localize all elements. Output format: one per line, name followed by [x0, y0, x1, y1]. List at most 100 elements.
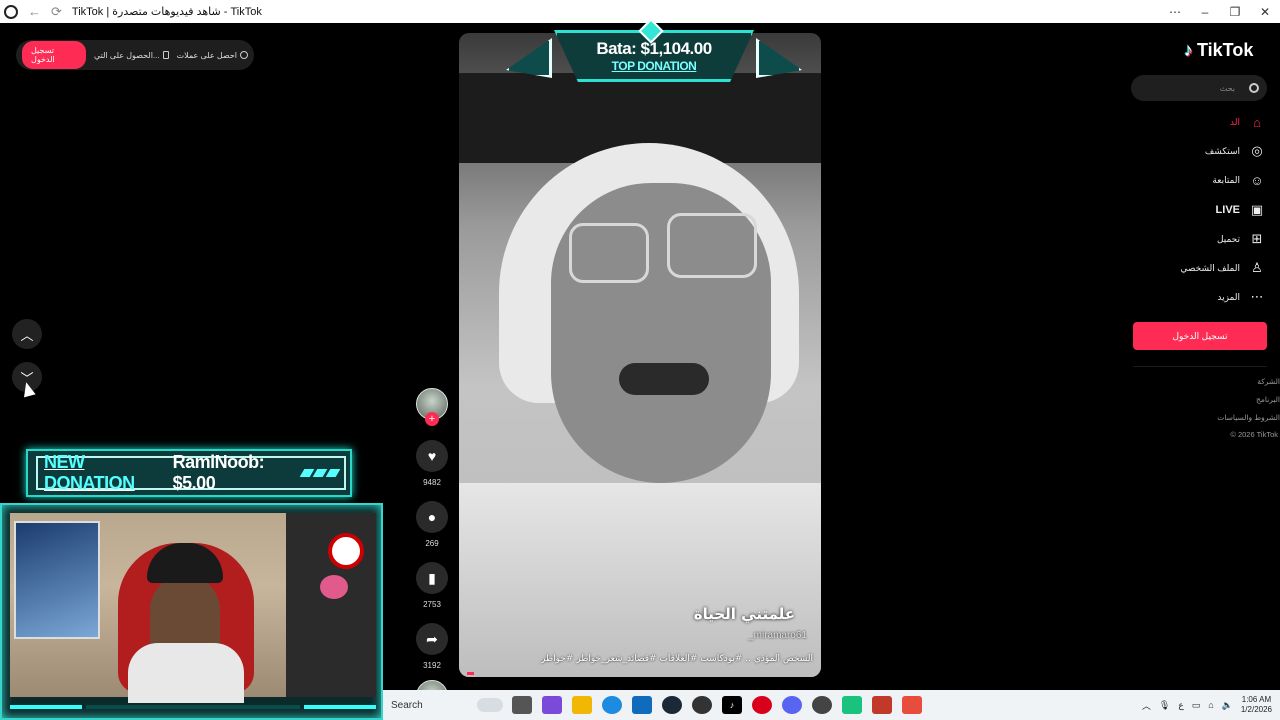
- previous-video-button[interactable]: ︿: [12, 319, 42, 349]
- footer-link-terms[interactable]: الشروط والسياسات: [1160, 413, 1280, 422]
- clock-date: 1/2/2026: [1240, 705, 1272, 714]
- sidebar-item-label: الد: [1230, 116, 1240, 127]
- wall-poster: [14, 521, 100, 639]
- get-app-label: الحصول على التي...: [93, 50, 160, 60]
- opera-icon[interactable]: [752, 696, 772, 714]
- donation-text: RamiNoob: $5.00: [172, 452, 265, 493]
- video-caption: علمتني الحياة: [693, 605, 795, 623]
- browser-titlebar: ← ⟳ TikTok | شاهد فيديوهات متصدرة - TikT…: [0, 0, 1280, 23]
- monitor-icon[interactable]: ▭: [1192, 700, 1201, 711]
- comment-icon[interactable]: ●: [416, 501, 448, 533]
- video-progress-bar[interactable]: [467, 672, 474, 675]
- edge-browser-icon[interactable]: [602, 696, 622, 714]
- volume-icon[interactable]: 🔈: [1222, 700, 1233, 711]
- video-creator-handle[interactable]: _miramaro61: [748, 630, 807, 641]
- get-coins-link[interactable]: احصل على عملات: [177, 51, 248, 60]
- heart-icon[interactable]: ♥: [416, 440, 448, 472]
- login-pill-button[interactable]: تسجيل الدخول: [22, 41, 86, 69]
- footer-link-program[interactable]: البرنامج: [1160, 395, 1280, 404]
- no-smoking-sign: [328, 533, 364, 569]
- tray-overflow-icon[interactable]: ︿: [1142, 699, 1151, 712]
- recorder-app-icon[interactable]: [872, 696, 892, 714]
- footer-link-company[interactable]: الشركة: [1160, 377, 1280, 386]
- language-indicator[interactable]: ع: [1178, 700, 1183, 711]
- tf-app-icon[interactable]: [902, 696, 922, 714]
- window-controls: ⋯ – ❐ ✕: [1160, 0, 1280, 23]
- phone-icon: [162, 51, 169, 59]
- webcam-overlay: [0, 503, 383, 720]
- sidebar-item-label: الملف الشخصي: [1180, 262, 1240, 273]
- search-input[interactable]: بحث: [1131, 75, 1267, 101]
- reload-icon[interactable]: ⟳: [51, 4, 62, 20]
- tiktok-app-icon[interactable]: ♪: [722, 696, 742, 714]
- sidebar-item-explore[interactable]: استكشف ◎: [1204, 143, 1264, 158]
- compass-icon: ◎: [1251, 143, 1263, 158]
- taskbar-search-label: Search: [391, 699, 423, 711]
- sidebar-item-upload[interactable]: تحميل ⊞: [1217, 231, 1264, 246]
- share-count: 3192: [423, 661, 441, 670]
- back-arrow-icon[interactable]: ←: [28, 4, 41, 19]
- taskbar-search[interactable]: Search: [387, 694, 507, 716]
- obs-icon[interactable]: [812, 696, 832, 714]
- chevron-up-icon: ︿: [20, 327, 34, 343]
- video-actions: + ♥ 9482 ● 269 ▮ 2753 ➦ 3192: [412, 388, 452, 712]
- task-view-icon[interactable]: [512, 696, 532, 714]
- network-icon[interactable]: ⌂: [1208, 700, 1213, 710]
- get-coins-label: احصل على عملات: [176, 50, 237, 60]
- top-action-bar: تسجيل الدخول الحصول على التي... احصل على…: [16, 40, 254, 70]
- share-icon[interactable]: ➦: [416, 623, 448, 655]
- save-action: ▮ 2753: [412, 562, 452, 609]
- taskbar-clock[interactable]: 1:06 AM 1/2/2026: [1241, 695, 1272, 715]
- decor-flower: [320, 575, 348, 599]
- menu-dots-icon[interactable]: ⋯: [1160, 5, 1190, 19]
- sidebar-login-button[interactable]: تسجيل الدخول: [1133, 322, 1267, 350]
- bookmark-icon[interactable]: ▮: [416, 562, 448, 594]
- streaming-app-icon[interactable]: [842, 696, 862, 714]
- overlay-wing-right: [756, 38, 802, 78]
- follow-icon: ☺: [1250, 172, 1264, 188]
- steam-icon[interactable]: [662, 696, 682, 714]
- tiktok-logo[interactable]: ♪ TikTok: [1184, 40, 1253, 61]
- discord-icon[interactable]: [782, 696, 802, 714]
- video-subject-glasses: [667, 213, 757, 278]
- mic-icon[interactable]: 🎙: [1159, 700, 1170, 711]
- sidebar-item-more[interactable]: المزيد ⋯: [1217, 289, 1264, 304]
- restore-icon[interactable]: ❐: [1220, 5, 1250, 19]
- like-action: ♥ 9482: [412, 440, 452, 487]
- streamer-jacket: [128, 643, 244, 703]
- minimize-icon[interactable]: –: [1190, 5, 1220, 19]
- tiktok-note-icon: ♪: [1184, 40, 1193, 60]
- close-icon[interactable]: ✕: [1250, 5, 1280, 19]
- comment-action: ● 269: [412, 501, 452, 548]
- outlook-icon[interactable]: [632, 696, 652, 714]
- save-count: 2753: [423, 600, 441, 609]
- follow-plus-button[interactable]: +: [425, 412, 439, 426]
- video-player[interactable]: علمتني الحياة _miramaro61 الشخص المؤذي .…: [459, 33, 821, 677]
- weather-widget-icon: [477, 698, 503, 712]
- search-icon[interactable]: [1249, 83, 1259, 93]
- app-ak-icon[interactable]: [692, 696, 712, 714]
- donation-banner: NEW DONATION RamiNoob: $5.00: [26, 449, 352, 497]
- home-icon: ⌂: [1253, 114, 1261, 130]
- file-explorer-icon[interactable]: [572, 696, 592, 714]
- sidebar-item-label: المزيد: [1217, 291, 1240, 302]
- window-title: TikTok | شاهد فيديوهات متصدرة - TikTok: [71, 6, 262, 18]
- store-icon[interactable]: [542, 696, 562, 714]
- top-donation-label: TOP DONATION: [611, 59, 697, 73]
- sidebar-item-profile[interactable]: الملف الشخصي ♙: [1180, 260, 1264, 275]
- profile-icon: ♙: [1251, 260, 1263, 275]
- video-description[interactable]: الشخص المؤذي .. #بودكاست #العلاقات #قصائ…: [541, 654, 813, 664]
- sidebar-item-live[interactable]: LIVE ▣: [1215, 202, 1264, 217]
- more-icon: ⋯: [1250, 289, 1264, 304]
- sidebar-item-label: استكشف: [1204, 145, 1240, 156]
- top-donation-overlay: Bata: $1,104.00 TOP DONATION: [506, 18, 802, 90]
- top-donation-amount: Bata: $1,104.00: [596, 39, 712, 58]
- video-subject-glasses: [569, 223, 649, 283]
- sidebar-item-home[interactable]: الد ⌂: [1230, 114, 1264, 130]
- share-action: ➦ 3192: [412, 623, 452, 670]
- sidebar-item-label: LIVE: [1215, 204, 1240, 216]
- comment-count: 269: [425, 539, 439, 548]
- sidebar-item-following[interactable]: المتابعة ☺: [1212, 172, 1264, 188]
- get-app-link[interactable]: الحصول على التي...: [94, 51, 169, 60]
- system-tray: ︿ 🎙 ع ▭ ⌂ 🔈 1:06 AM 1/2/2026: [1142, 695, 1280, 715]
